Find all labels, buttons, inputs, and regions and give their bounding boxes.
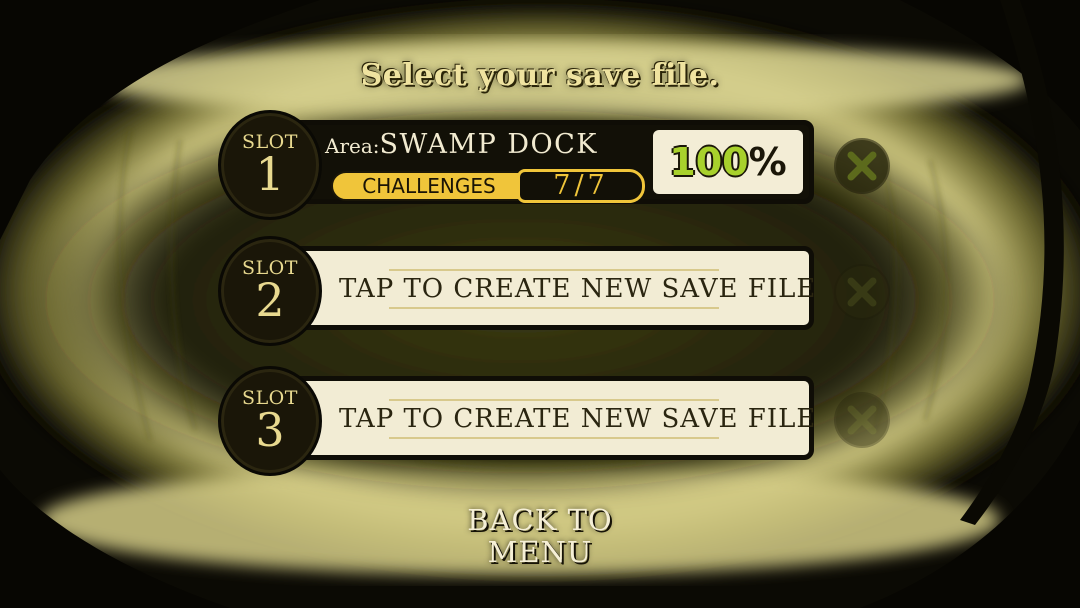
challenges-label: CHALLENGES [331, 171, 527, 201]
back-to-menu-line2: MENU [487, 535, 593, 569]
save-slot-1[interactable]: Area:SWAMP DOCK CHALLENGES 7/7 100% SLOT… [218, 110, 818, 220]
challenges-count: 7/7 [517, 169, 645, 203]
save-slot-3[interactable]: TAP TO CREATE NEW SAVE FILE SLOT 3 [218, 366, 818, 476]
area-line: Area:SWAMP DOCK [325, 129, 598, 160]
create-save-file-button[interactable]: TAP TO CREATE NEW SAVE FILE [339, 251, 815, 325]
save-slot-2-panel[interactable]: TAP TO CREATE NEW SAVE FILE [274, 246, 815, 330]
delete-slot-1-button[interactable] [834, 138, 890, 194]
completion-percent-sign: % [748, 140, 787, 184]
completion-percent: 100% [653, 130, 803, 194]
delete-slot-3-button[interactable] [834, 392, 890, 448]
save-slot-1-panel[interactable]: Area:SWAMP DOCK CHALLENGES 7/7 100% [274, 120, 814, 204]
close-x-icon [836, 140, 888, 192]
close-x-icon [836, 394, 888, 446]
save-slot-2[interactable]: TAP TO CREATE NEW SAVE FILE SLOT 2 [218, 236, 818, 346]
delete-slot-2-button[interactable] [834, 264, 890, 320]
area-value: SWAMP DOCK [379, 129, 598, 160]
challenges-indicator: CHALLENGES 7/7 [331, 169, 645, 203]
slot-3-badge: SLOT 3 [218, 366, 322, 476]
slot-1-badge: SLOT 1 [218, 110, 322, 220]
create-save-file-button[interactable]: TAP TO CREATE NEW SAVE FILE [339, 381, 815, 455]
back-to-menu-button[interactable]: BACK TO MENU [440, 504, 640, 568]
back-to-menu-line1: BACK TO [467, 503, 613, 537]
divider-bottom [389, 307, 719, 309]
slot-number: 1 [255, 147, 285, 201]
slot-number: 2 [255, 273, 285, 327]
area-label: Area: [325, 134, 380, 158]
slot-number: 3 [255, 403, 285, 457]
divider-bottom [389, 437, 719, 439]
save-slot-3-panel[interactable]: TAP TO CREATE NEW SAVE FILE [274, 376, 815, 460]
close-x-icon [836, 266, 888, 318]
page-title: Select your save file. [360, 58, 720, 93]
slot-2-badge: SLOT 2 [218, 236, 322, 346]
completion-percent-value: 100 [669, 140, 749, 184]
